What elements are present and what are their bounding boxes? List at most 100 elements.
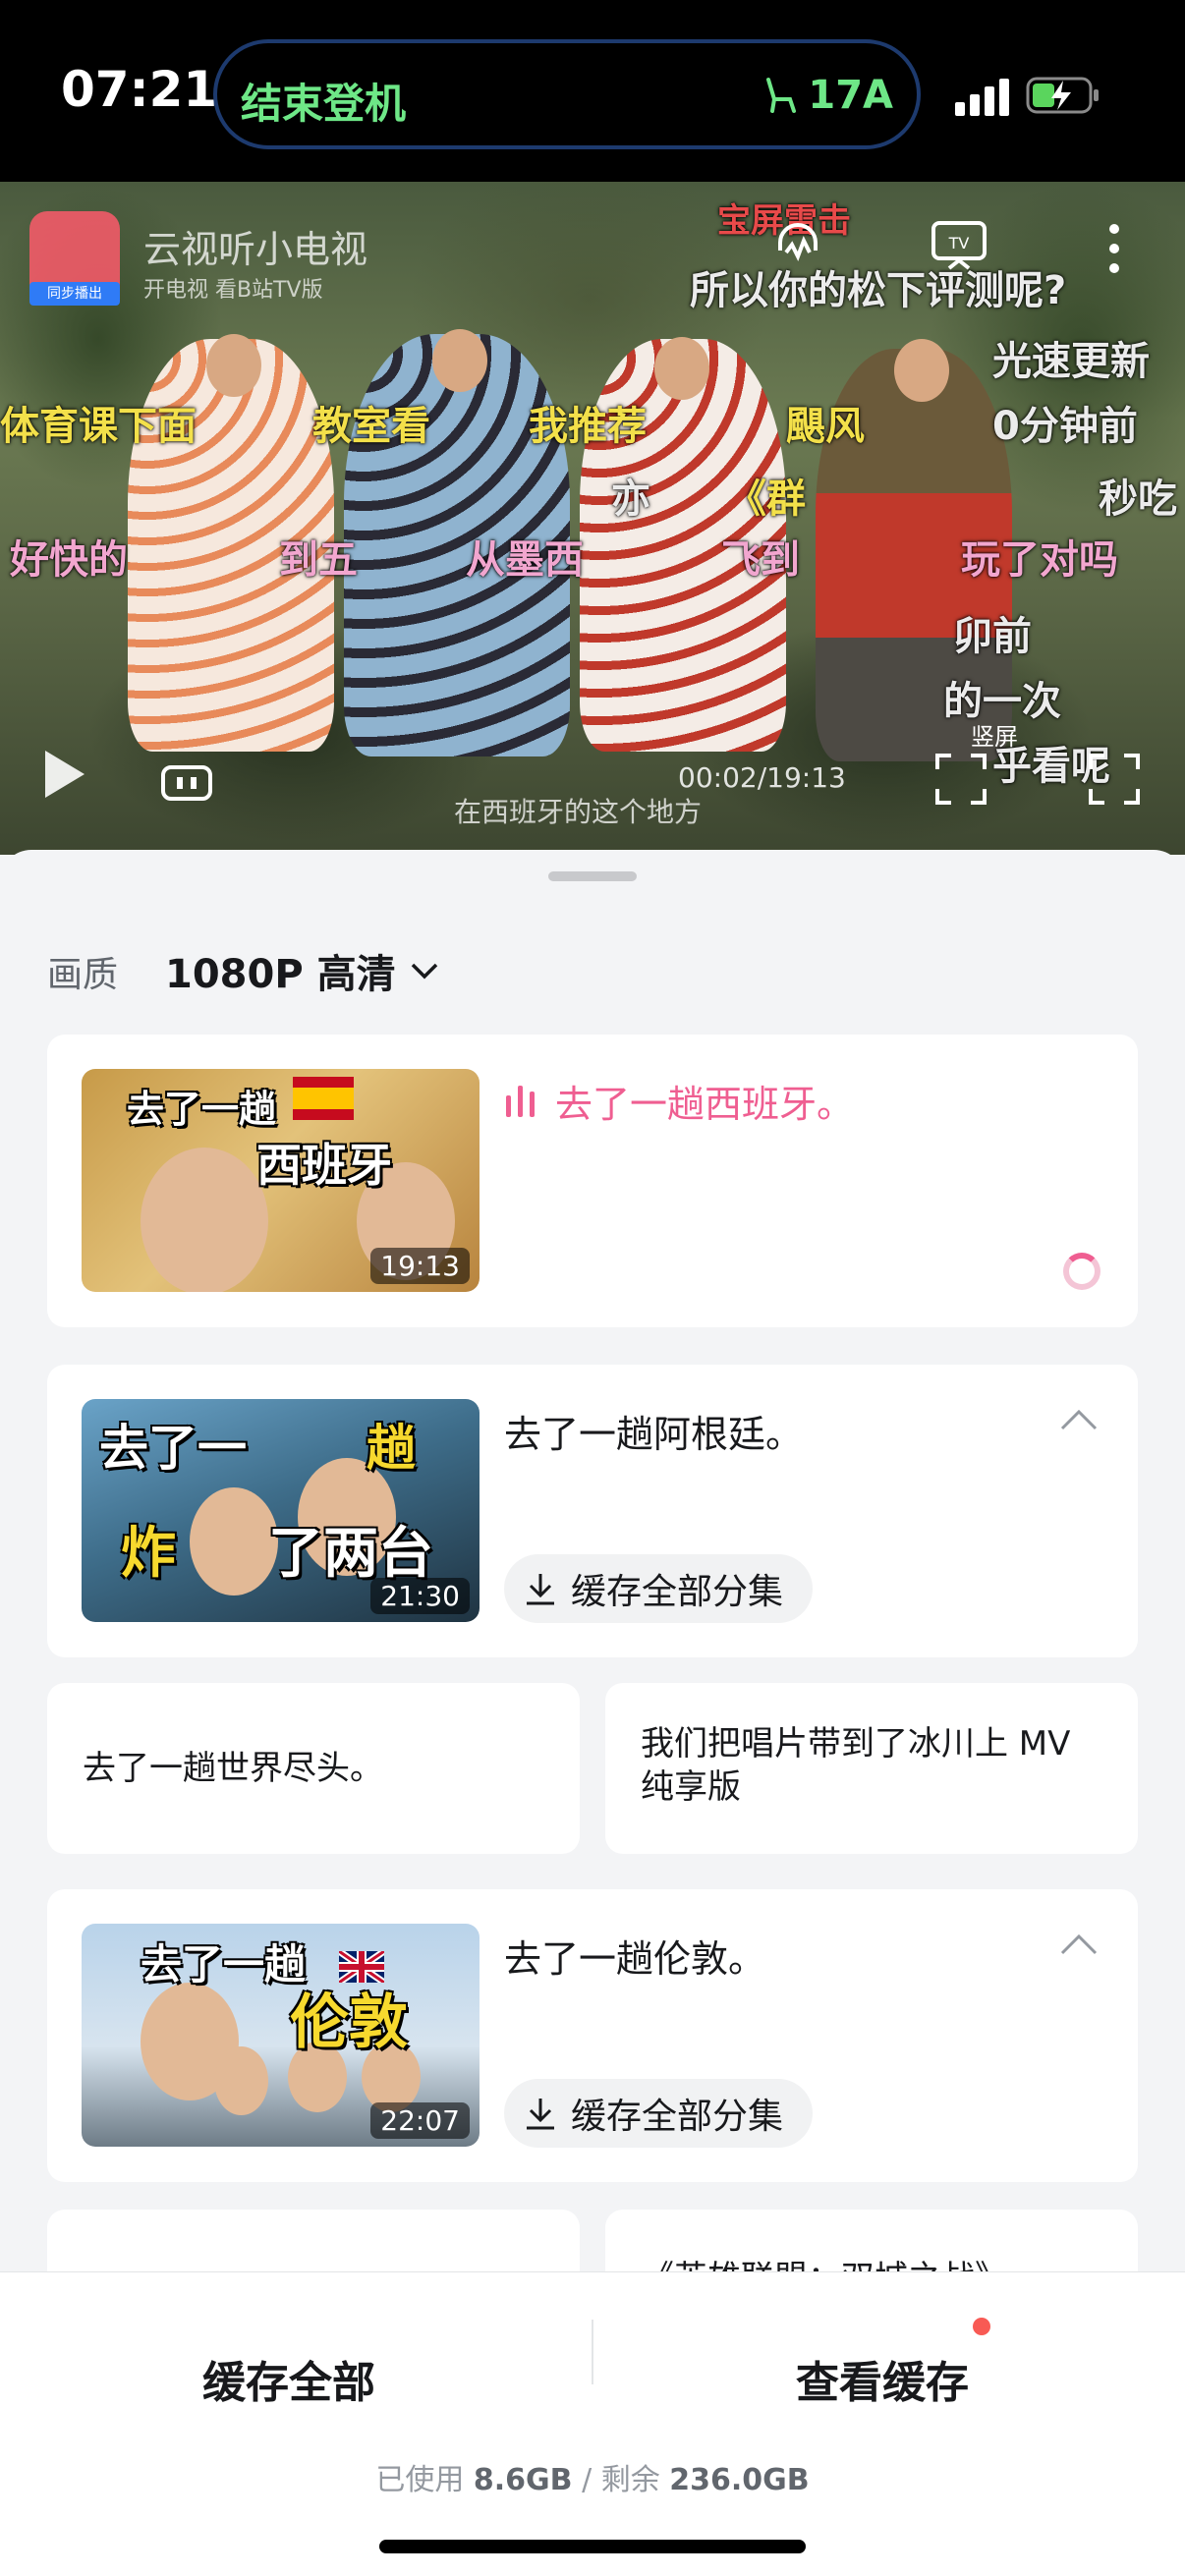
danmaku-text: 到五 — [279, 537, 358, 583]
thumbnail-face — [190, 1487, 278, 1596]
danmaku-text: 教室看 — [312, 404, 430, 449]
bottom-action-bar: 缓存全部 查看缓存 已使用 8.6GB / 剩余 236.0GB — [0, 2271, 1185, 2576]
thumbnail-title: 伦敦 — [290, 1988, 408, 2057]
storage-info: 已使用 8.6GB / 剩余 236.0GB — [0, 2455, 1185, 2498]
video-figure-head — [654, 337, 709, 400]
danmaku-text: 我推荐 — [529, 404, 647, 449]
remaining-value: 236.0GB — [669, 2463, 810, 2497]
thumbnail-title: 了两台 — [268, 1522, 433, 1586]
thumbnail-title: 炸 — [121, 1522, 176, 1586]
fullscreen-icon[interactable] — [1087, 752, 1142, 807]
danmaku-text: 《群 — [727, 476, 806, 522]
play-icon[interactable] — [39, 747, 88, 802]
episode-title: 我们把唱片带到了冰川上 MV 纯享版 — [641, 1724, 1071, 1807]
audio-mode-icon[interactable] — [770, 217, 825, 272]
danmaku-text: 所以你的松下评测呢? — [690, 268, 1067, 313]
spain-flag-icon — [293, 1077, 354, 1120]
episode-thumbnail: 去了一趟 西班牙 19:13 — [82, 1069, 480, 1292]
svg-text:TV: TV — [948, 234, 970, 252]
episode-card[interactable]: 去了一 趟 炸 了两台 21:30 去了一趟阿根廷。 缓存全部分集 — [47, 1365, 1138, 1657]
portrait-mode-label: 竖屏 — [971, 723, 1018, 751]
episode-title-text: 去了一趟西班牙。 — [555, 1083, 855, 1126]
episode-title: 去了一趟伦敦。 — [504, 1937, 766, 1981]
chevron-down-icon — [411, 963, 437, 980]
episode-title: 去了一趟世界尽头。 — [83, 1749, 383, 1788]
now-playing-icon — [506, 1085, 535, 1117]
home-indicator[interactable] — [379, 2540, 806, 2553]
thumbnail-face — [214, 2046, 268, 2115]
seat-number: 17A — [808, 73, 893, 118]
duration-badge: 22:07 — [370, 2102, 470, 2139]
activity-label: 结束登机 — [241, 80, 407, 128]
danmaku-text: 卯前 — [953, 614, 1032, 659]
dynamic-island[interactable]: 结束登机 17A — [213, 39, 921, 149]
quality-selector[interactable]: 1080P 高清 — [165, 942, 439, 999]
more-options-icon[interactable] — [1104, 221, 1124, 276]
danmaku-text: 0分钟前 — [992, 404, 1138, 449]
status-bar: 07:21 结束登机 17A — [0, 0, 1185, 182]
danmaku-text: 光速更新 — [992, 339, 1150, 384]
divider — [592, 2320, 593, 2384]
chevron-up-icon[interactable] — [1059, 1408, 1099, 1431]
used-value: 8.6GB — [473, 2463, 573, 2497]
episode-title: 去了一趟西班牙。 — [504, 1074, 854, 1128]
app-badge: 同步播出 — [29, 282, 120, 306]
episode-card[interactable]: 去了一趟 伦敦 22:07 去了一趟伦敦。 缓存全部分集 — [47, 1889, 1138, 2182]
video-figure-head — [894, 339, 949, 402]
episode-thumbnail: 去了一 趟 炸 了两台 21:30 — [82, 1399, 480, 1622]
battery-charging-icon — [1026, 77, 1099, 114]
clock: 07:21 — [61, 61, 218, 118]
sheet-drag-handle[interactable] — [548, 871, 637, 881]
downloading-spinner-icon — [1063, 1253, 1100, 1290]
video-figure-head — [206, 334, 261, 397]
download-icon — [527, 1574, 554, 1605]
download-all-label: 缓存全部分集 — [571, 2097, 784, 2137]
duration-badge: 19:13 — [370, 1248, 470, 1284]
episode-thumbnail: 去了一趟 伦敦 22:07 — [82, 1924, 480, 2147]
episode-title: 去了一趟阿根廷。 — [504, 1413, 804, 1456]
danmaku-text: 好快的 — [10, 537, 128, 583]
download-all-label: 缓存全部分集 — [571, 1572, 784, 1612]
quality-label: 画质 — [47, 955, 119, 995]
download-all-episodes-button[interactable]: 缓存全部分集 — [504, 2079, 814, 2148]
remaining-label: 剩余 — [600, 2463, 660, 2497]
danmaku-text: 亦 — [611, 476, 650, 522]
thumbnail-title: 去了一趟 — [141, 1940, 307, 1988]
seat-indicator: 17A — [762, 73, 893, 118]
episode-card[interactable]: 去了一趟世界尽头。 — [47, 1683, 580, 1854]
danmaku-text: 颶风 — [786, 404, 865, 449]
chevron-up-icon[interactable] — [1059, 1932, 1099, 1956]
playback-time: 00:02/19:13 — [678, 761, 846, 794]
danmaku-text: 秒吃 — [1099, 476, 1177, 522]
video-figure-head — [432, 329, 487, 392]
cellular-signal-icon — [955, 79, 1009, 116]
seat-icon — [766, 78, 797, 113]
download-all-episodes-button[interactable]: 缓存全部分集 — [504, 1554, 814, 1623]
thumbnail-title: 西班牙 — [256, 1139, 392, 1192]
danmaku-text: 玩了对吗 — [961, 537, 1118, 583]
danmaku-text: 体育课下面 — [0, 404, 197, 449]
app-name: 云视听小电视 — [143, 228, 368, 271]
thumbnail-title: 趟 — [367, 1420, 416, 1477]
danmaku-toggle-icon[interactable] — [159, 763, 214, 803]
thumbnail-title: 去了一趟 — [127, 1088, 277, 1131]
video-subtitle: 在西班牙的这个地方 — [454, 796, 703, 828]
app-subtitle: 开电视 看B站TV版 — [143, 278, 323, 303]
quality-value: 1080P 高清 — [165, 952, 396, 997]
thumbnail-title: 去了一 — [99, 1420, 247, 1477]
danmaku-text: 飞到 — [721, 537, 800, 583]
danmaku-text: 从墨西 — [466, 537, 584, 583]
thumbnail-face — [141, 1148, 268, 1292]
download-icon — [527, 2099, 554, 2130]
storage-separator: / — [582, 2463, 592, 2497]
video-player[interactable]: 同步播出 云视听小电视 开电视 看B站TV版 宝屏雷击 所以你的松下评测呢? 光… — [0, 182, 1185, 855]
tv-cast-icon[interactable]: TV — [930, 217, 988, 272]
view-cache-button[interactable]: 查看缓存 — [796, 2347, 969, 2410]
duration-badge: 21:30 — [370, 1578, 470, 1614]
cache-all-button[interactable]: 缓存全部 — [202, 2347, 375, 2410]
portrait-mode-icon[interactable] — [933, 752, 988, 807]
episode-card[interactable]: 我们把唱片带到了冰川上 MV 纯享版 — [605, 1683, 1138, 1854]
used-label: 已使用 — [375, 2463, 465, 2497]
notification-dot — [973, 2318, 990, 2335]
episode-card[interactable]: 去了一趟 西班牙 19:13 去了一趟西班牙。 — [47, 1035, 1138, 1327]
